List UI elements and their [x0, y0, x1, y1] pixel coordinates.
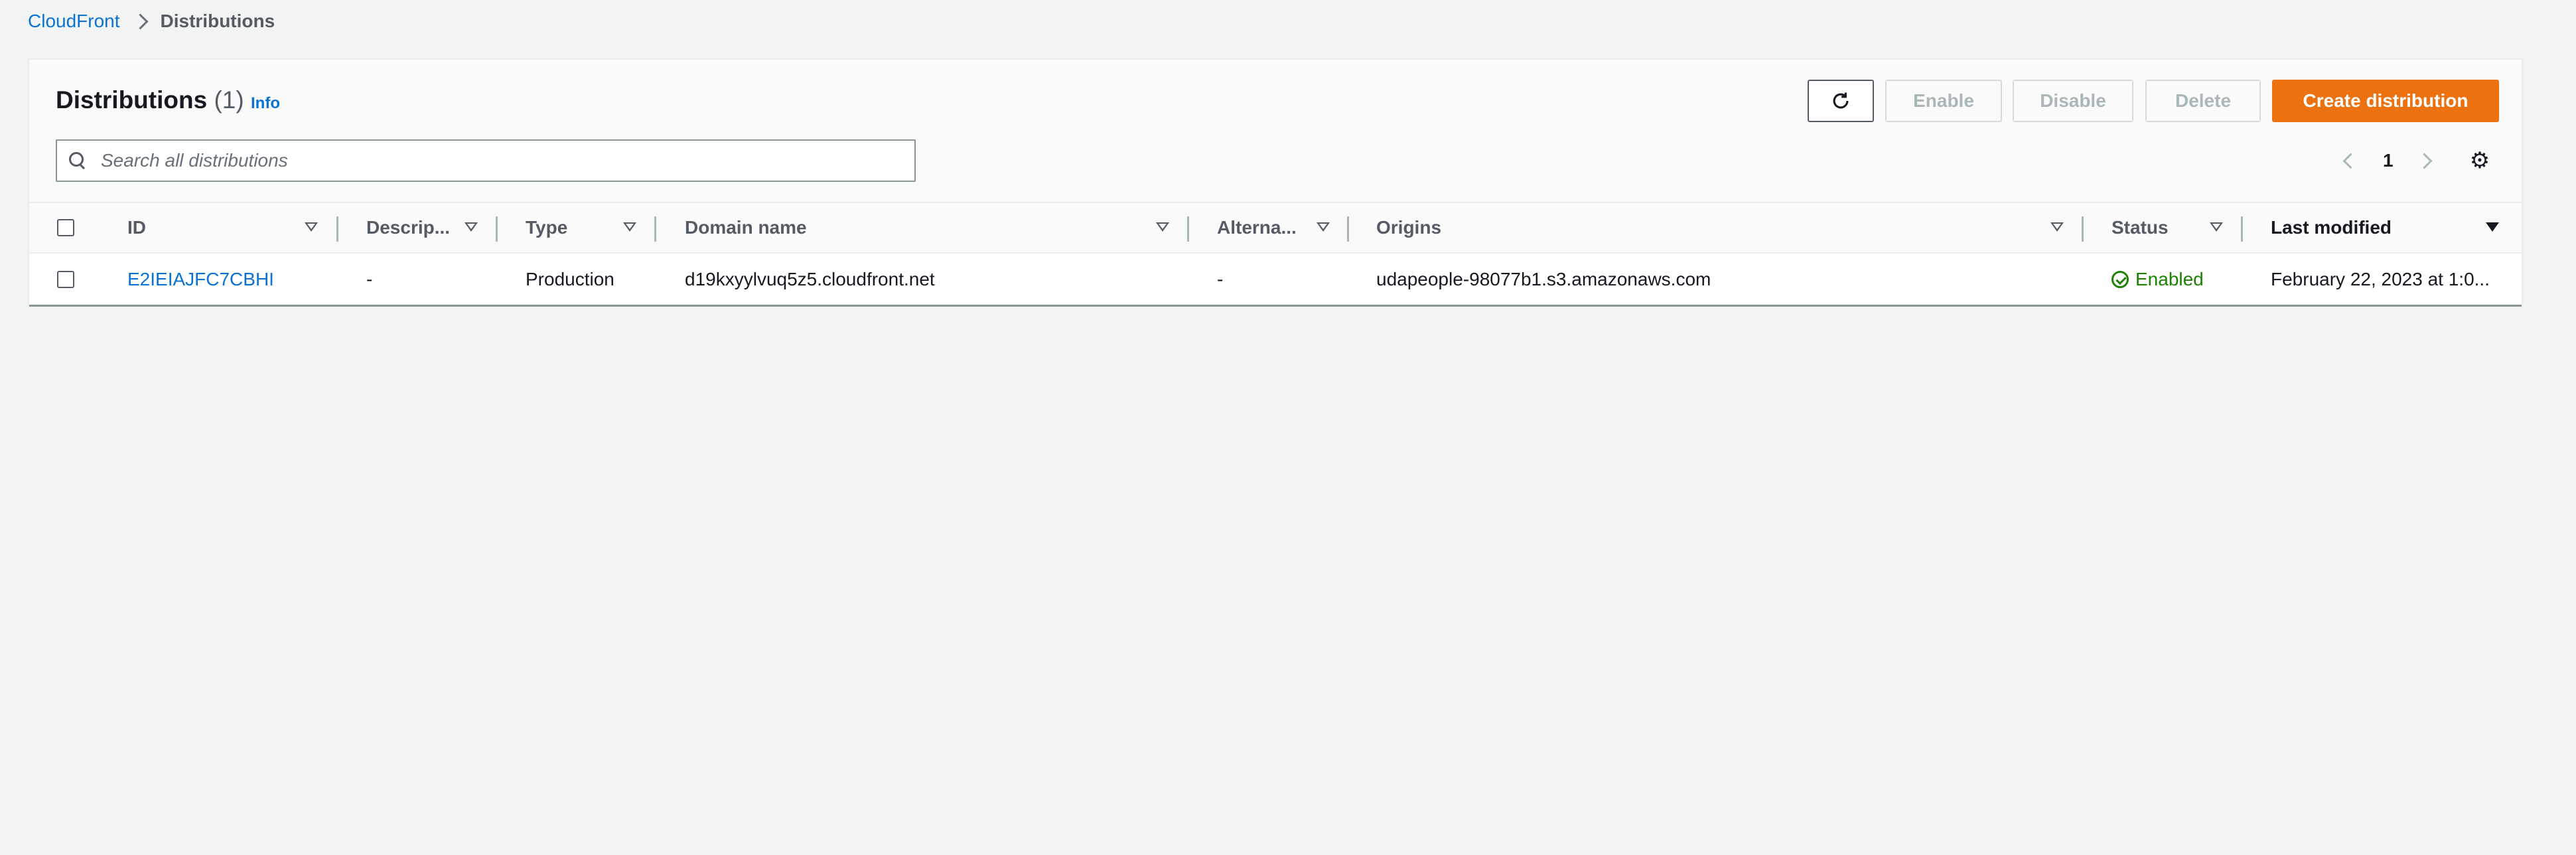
column-divider[interactable] [2241, 216, 2243, 242]
pagination: 1 [2342, 141, 2433, 181]
sort-descending-icon[interactable] [2486, 222, 2499, 232]
disable-button[interactable]: Disable [2013, 80, 2133, 122]
cell-domain-name: d19kxyylvuq5z5.cloudfront.net [685, 268, 935, 289]
filter-icon[interactable] [623, 222, 636, 232]
search-icon [69, 152, 86, 169]
cell-alternate-domain: - [1217, 268, 1224, 289]
cell-description: - [366, 268, 373, 289]
column-divider[interactable] [654, 216, 656, 242]
column-divider[interactable] [336, 216, 338, 242]
select-all-checkbox[interactable] [57, 219, 74, 236]
refresh-button[interactable] [1808, 80, 1874, 122]
column-description[interactable]: Descrip... [366, 203, 450, 252]
column-status[interactable]: Status [2111, 203, 2169, 252]
filter-icon[interactable] [305, 222, 318, 232]
chevron-right-icon[interactable] [2416, 152, 2433, 169]
create-distribution-button[interactable]: Create distribution [2272, 80, 2499, 122]
status-badge: Enabled [2111, 254, 2204, 305]
filter-icon[interactable] [465, 222, 478, 232]
search-input[interactable]: Search all distributions [101, 150, 288, 171]
enable-button[interactable]: Enable [1885, 80, 2002, 122]
status-text: Enabled [2135, 268, 2204, 289]
distribution-count: (1) [214, 86, 244, 114]
column-divider[interactable] [1187, 216, 1189, 242]
page-title: Distributions (1) [56, 86, 244, 114]
column-divider[interactable] [2082, 216, 2084, 242]
table-row[interactable]: E2IEIAJFC7CBHI - Production d19kxyylvuq5… [29, 254, 2522, 307]
filter-icon[interactable] [2210, 222, 2223, 232]
chevron-right-icon [131, 13, 149, 30]
filter-icon[interactable] [1317, 222, 1330, 232]
filter-icon[interactable] [1156, 222, 1169, 232]
delete-button[interactable]: Delete [2145, 80, 2261, 122]
status-ok-icon [2111, 270, 2129, 288]
cell-last-modified: February 22, 2023 at 1:0... [2271, 268, 2490, 289]
search-field[interactable]: Search all distributions [56, 139, 916, 182]
settings-gear-icon[interactable]: ⚙ [2469, 149, 2490, 172]
chevron-left-icon[interactable] [2342, 152, 2359, 169]
column-divider[interactable] [496, 216, 498, 242]
column-id[interactable]: ID [127, 203, 146, 252]
info-link[interactable]: Info [251, 94, 280, 113]
row-checkbox[interactable] [57, 271, 74, 288]
column-type[interactable]: Type [526, 203, 567, 252]
column-origins[interactable]: Origins [1376, 203, 1441, 252]
breadcrumb: CloudFront Distributions [28, 9, 275, 33]
cell-type: Production [526, 268, 614, 289]
cell-origins: udapeople-98077b1.s3.amazonaws.com [1376, 268, 1711, 289]
distribution-id-link[interactable]: E2IEIAJFC7CBHI [127, 254, 274, 305]
refresh-icon [1833, 92, 1849, 109]
filter-icon[interactable] [2050, 222, 2064, 232]
distributions-panel: Distributions (1) Info Enable Disable De… [28, 58, 2523, 307]
column-last-modified[interactable]: Last modified [2271, 203, 2392, 252]
table-header: ID Descrip... Type Domain name Alterna..… [29, 202, 2522, 254]
column-alternate-domain[interactable]: Alterna... [1217, 203, 1297, 252]
page-number[interactable]: 1 [2383, 150, 2394, 171]
title-text: Distributions [56, 86, 208, 114]
breadcrumb-cloudfront[interactable]: CloudFront [28, 11, 120, 32]
column-divider[interactable] [1347, 216, 1349, 242]
column-domain-name[interactable]: Domain name [685, 203, 807, 252]
breadcrumb-current: Distributions [160, 11, 275, 31]
